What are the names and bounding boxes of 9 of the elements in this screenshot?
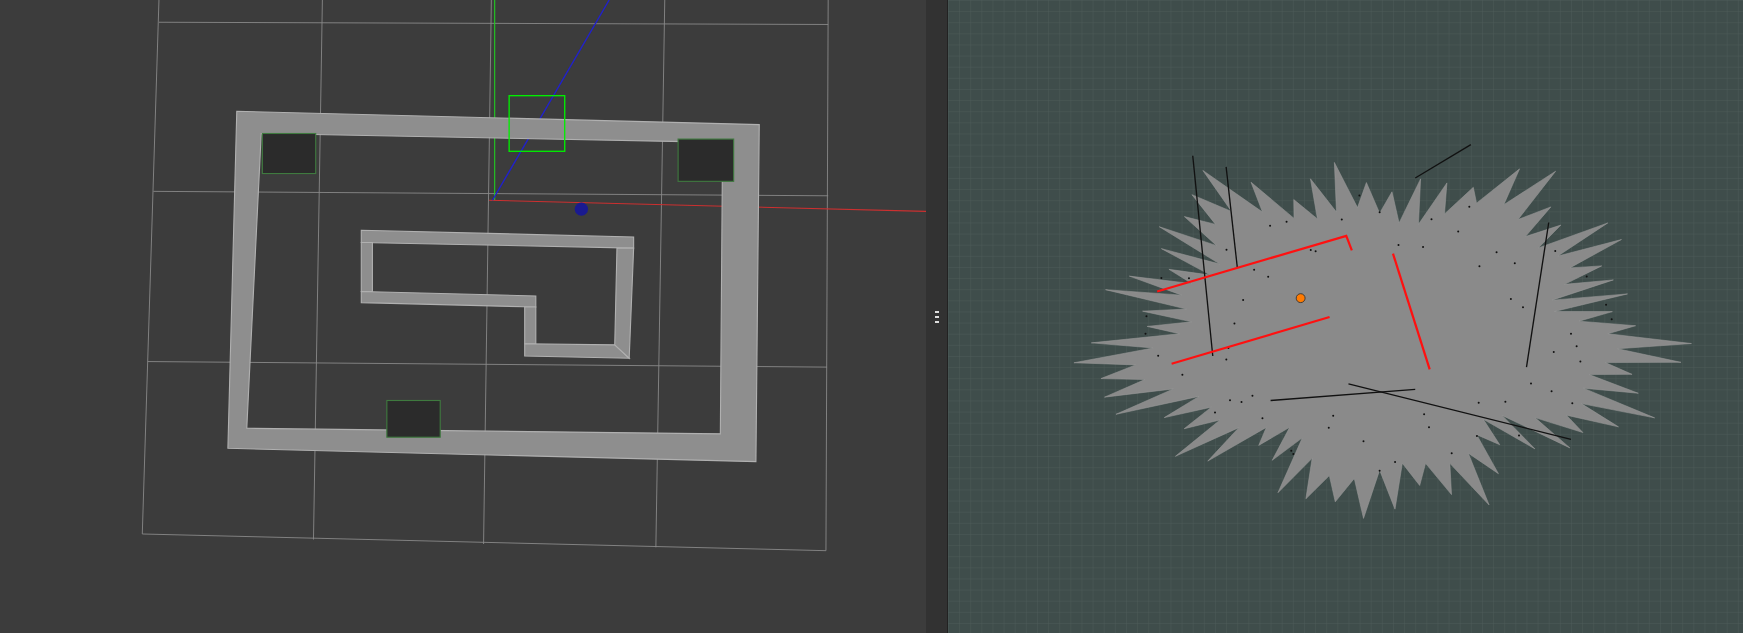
map-viewport[interactable] [948, 0, 1743, 633]
robot-icon [574, 202, 589, 216]
selection-frame [508, 95, 566, 152]
crate-icon [677, 138, 735, 182]
grip-icon [934, 310, 939, 323]
simulator-viewport[interactable] [0, 0, 926, 633]
robot-marker-icon [1295, 293, 1306, 304]
crate-icon [261, 132, 317, 175]
crate-icon [386, 399, 441, 438]
